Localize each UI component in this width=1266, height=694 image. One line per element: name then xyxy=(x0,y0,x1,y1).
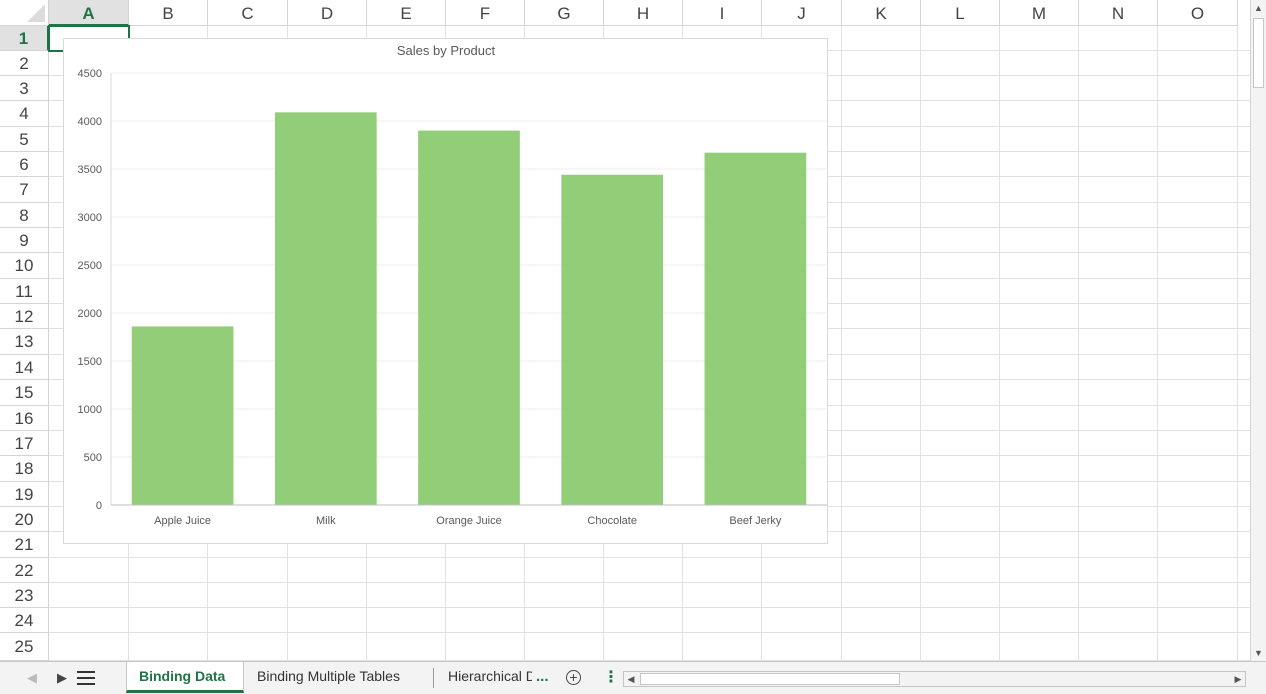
column-gridline xyxy=(841,26,842,661)
scroll-up-arrow-icon[interactable]: ▲ xyxy=(1251,0,1266,16)
tab-separator xyxy=(433,668,434,688)
vertical-scrollbar[interactable]: ▲ ▼ xyxy=(1250,0,1266,661)
row-header-17[interactable]: 17 xyxy=(0,431,49,456)
row-gridline xyxy=(49,582,1250,583)
column-header-o[interactable]: O xyxy=(1158,0,1238,26)
horizontal-scroll-thumb[interactable] xyxy=(640,673,900,685)
sheet-tab-bar: ◀ ▶ Binding Data Binding Multiple Tables… xyxy=(0,661,1266,694)
row-header-4[interactable]: 4 xyxy=(0,101,49,127)
row-header-23[interactable]: 23 xyxy=(0,583,49,608)
row-header-20[interactable]: 20 xyxy=(0,507,49,532)
row-header-22[interactable]: 22 xyxy=(0,558,49,583)
bar-beef-jerky[interactable] xyxy=(704,152,807,505)
row-header-25[interactable]: 25 xyxy=(0,633,49,661)
column-header-l[interactable]: L xyxy=(921,0,1000,26)
row-header-18[interactable]: 18 xyxy=(0,456,49,482)
y-tick-label: 500 xyxy=(84,452,102,464)
column-gridline xyxy=(1237,26,1238,661)
column-gridline xyxy=(920,26,921,661)
vertical-scroll-thumb[interactable] xyxy=(1253,18,1264,88)
row-header-2[interactable]: 2 xyxy=(0,51,49,76)
row-header-12[interactable]: 12 xyxy=(0,304,49,329)
column-header-c[interactable]: C xyxy=(208,0,288,26)
column-header-g[interactable]: G xyxy=(525,0,604,26)
row-gridline xyxy=(49,607,1250,608)
column-header-e[interactable]: E xyxy=(367,0,446,26)
row-header-14[interactable]: 14 xyxy=(0,355,49,380)
x-category-label: Apple Juice xyxy=(154,515,211,527)
add-sheet-icon[interactable]: + xyxy=(566,670,581,685)
row-header-5[interactable]: 5 xyxy=(0,127,49,152)
row-header-24[interactable]: 24 xyxy=(0,608,49,633)
sheet-tab-binding-data[interactable]: Binding Data xyxy=(126,662,244,693)
tab-bar-options-icon[interactable]: ⋮ xyxy=(603,662,619,694)
y-tick-label: 1500 xyxy=(78,356,102,368)
x-category-label: Milk xyxy=(316,515,336,527)
next-sheet-arrow-icon[interactable]: ▶ xyxy=(52,662,72,694)
row-header-16[interactable]: 16 xyxy=(0,406,49,431)
row-header-21[interactable]: 21 xyxy=(0,532,49,558)
row-header-10[interactable]: 10 xyxy=(0,253,49,279)
chart-container[interactable]: Sales by Product 0 500 1000 1500 2000 2500 300… xyxy=(63,38,828,544)
chart-bars xyxy=(131,112,807,506)
y-tick-label: 3500 xyxy=(78,164,102,176)
column-header-h[interactable]: H xyxy=(604,0,683,26)
column-header-k[interactable]: K xyxy=(842,0,921,26)
bar-chocolate[interactable] xyxy=(561,174,664,505)
y-tick-label: 1000 xyxy=(78,404,102,416)
select-all-triangle-icon xyxy=(27,4,45,22)
column-header-i[interactable]: I xyxy=(683,0,762,26)
bar-apple-juice[interactable] xyxy=(131,326,234,505)
row-header-9[interactable]: 9 xyxy=(0,228,49,253)
column-gridline xyxy=(1157,26,1158,661)
row-header-1[interactable]: 1 xyxy=(0,26,49,51)
bar-orange-juice[interactable] xyxy=(418,130,520,505)
column-gridline xyxy=(999,26,1000,661)
row-header-7[interactable]: 7 xyxy=(0,177,49,203)
x-axis-labels: Apple Juice Milk Orange Juice Chocolate Beef… xyxy=(154,515,782,527)
more-sheets-button[interactable]: ... xyxy=(536,662,549,694)
bar-chart: Sales by Product 0 500 1000 1500 2000 2500 300… xyxy=(78,43,827,527)
y-axis-ticks: 0 500 1000 1500 2000 2500 3000 3500 4000 4500 xyxy=(78,68,102,512)
y-tick-label: 0 xyxy=(96,500,102,512)
y-tick-label: 4000 xyxy=(78,116,102,128)
column-header-b[interactable]: B xyxy=(129,0,208,26)
row-gridline xyxy=(49,632,1250,633)
column-header-n[interactable]: N xyxy=(1079,0,1158,26)
scroll-right-arrow-icon[interactable]: ▶ xyxy=(1231,672,1245,686)
y-tick-label: 4500 xyxy=(78,68,102,80)
sheet-list-menu-icon[interactable] xyxy=(77,671,95,685)
prev-sheet-arrow-icon[interactable]: ◀ xyxy=(22,662,42,694)
x-category-label: Chocolate xyxy=(587,515,637,527)
y-tick-label: 2000 xyxy=(78,308,102,320)
column-header-d[interactable]: D xyxy=(288,0,367,26)
select-all-corner[interactable] xyxy=(0,0,49,26)
row-gridline xyxy=(49,557,1250,558)
column-header-j[interactable]: J xyxy=(762,0,842,26)
bar-milk[interactable] xyxy=(274,112,377,506)
x-category-label: Beef Jerky xyxy=(729,515,781,527)
row-header-8[interactable]: 8 xyxy=(0,203,49,228)
column-header-m[interactable]: M xyxy=(1000,0,1079,26)
column-header-a[interactable]: A xyxy=(49,0,129,26)
row-header-3[interactable]: 3 xyxy=(0,76,49,101)
scroll-left-arrow-icon[interactable]: ◀ xyxy=(624,672,638,686)
y-tick-label: 2500 xyxy=(78,260,102,272)
column-gridline xyxy=(1078,26,1079,661)
column-header-f[interactable]: F xyxy=(446,0,525,26)
chart-title: Sales by Product xyxy=(397,43,496,58)
row-header-19[interactable]: 19 xyxy=(0,482,49,507)
x-category-label: Orange Juice xyxy=(436,515,501,527)
row-header-6[interactable]: 6 xyxy=(0,152,49,177)
spreadsheet-grid[interactable]: ABCDEFGHIJKLMNO 1 2 3 4 5 6 7 8 9 10 11 12 13 14 15 16 1… xyxy=(0,0,1250,661)
row-header-15[interactable]: 15 xyxy=(0,380,49,406)
scroll-down-arrow-icon[interactable]: ▼ xyxy=(1251,645,1266,661)
y-tick-label: 3000 xyxy=(78,212,102,224)
horizontal-scrollbar[interactable]: ◀ ▶ xyxy=(623,671,1246,687)
row-header-13[interactable]: 13 xyxy=(0,329,49,355)
sheet-tab-binding-multiple-tables[interactable]: Binding Multiple Tables xyxy=(245,662,425,693)
sheet-tab-hierarchical-data[interactable]: Hierarchical Data xyxy=(436,662,532,693)
row-header-11[interactable]: 11 xyxy=(0,279,49,304)
